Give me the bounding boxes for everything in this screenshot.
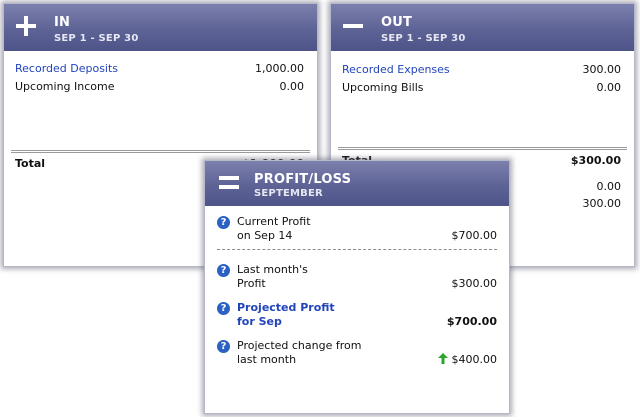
upcoming-bills-label: Upcoming Bills bbox=[342, 81, 424, 94]
profit-loss-subtitle: SEPTEMBER bbox=[254, 188, 323, 199]
projected-profit-item: ? Projected Profit for Sep $700.00 bbox=[217, 301, 497, 331]
in-card-header: IN SEP 1 - SEP 30 bbox=[4, 4, 317, 51]
last-month-profit-item: ? Last month's Profit $300.00 bbox=[217, 263, 497, 293]
out-card-title: OUT bbox=[381, 15, 413, 30]
in-total-label: Total bbox=[15, 157, 46, 170]
projected-change-label: Projected change from last month bbox=[237, 339, 362, 366]
out-total-separator bbox=[338, 147, 627, 150]
profit-loss-title: PROFIT/LOSS bbox=[254, 172, 352, 187]
plus-icon bbox=[16, 16, 36, 36]
last-month-profit-label: Last month's Profit bbox=[237, 263, 308, 290]
out-card-header: OUT SEP 1 - SEP 30 bbox=[331, 4, 634, 51]
profit-loss-card: PROFIT/LOSS SEPTEMBER ? Current Profit o… bbox=[204, 160, 510, 414]
out-extra-value-1: 0.00 bbox=[596, 180, 622, 193]
help-icon[interactable]: ? bbox=[217, 340, 230, 353]
recorded-deposits-value: 1,000.00 bbox=[255, 62, 304, 75]
upcoming-bills-value: 0.00 bbox=[596, 81, 622, 94]
recorded-expenses-value: 300.00 bbox=[582, 63, 622, 76]
out-extra-value-2: 300.00 bbox=[582, 197, 622, 210]
last-month-profit-value: $300.00 bbox=[451, 277, 498, 290]
out-total-value: $300.00 bbox=[570, 154, 621, 167]
equals-icon bbox=[219, 173, 239, 193]
projected-profit-value: $700.00 bbox=[446, 315, 497, 328]
recorded-deposits-link[interactable]: Recorded Deposits bbox=[15, 62, 118, 75]
in-card-period: SEP 1 - SEP 30 bbox=[54, 33, 139, 44]
help-icon[interactable]: ? bbox=[217, 216, 230, 229]
projected-change-value-wrap: $400.00 bbox=[437, 353, 498, 366]
projected-change-value: $400.00 bbox=[451, 353, 498, 366]
profit-loss-header: PROFIT/LOSS SEPTEMBER bbox=[205, 161, 509, 206]
trend-up-arrow-icon bbox=[437, 353, 448, 364]
current-profit-label: Current Profit on Sep 14 bbox=[237, 215, 311, 242]
out-card-period: SEP 1 - SEP 30 bbox=[381, 33, 466, 44]
dashed-divider bbox=[217, 249, 497, 250]
help-icon[interactable]: ? bbox=[217, 264, 230, 277]
current-profit-item: ? Current Profit on Sep 14 $700.00 bbox=[217, 215, 497, 245]
upcoming-income-value: 0.00 bbox=[279, 80, 305, 93]
in-card-title: IN bbox=[54, 15, 71, 30]
projected-change-item: ? Projected change from last month $400.… bbox=[217, 339, 497, 369]
help-icon[interactable]: ? bbox=[217, 302, 230, 315]
in-total-separator bbox=[11, 150, 310, 153]
projected-profit-link[interactable]: Projected Profit for Sep bbox=[237, 301, 335, 329]
upcoming-income-label: Upcoming Income bbox=[15, 80, 115, 93]
recorded-expenses-link[interactable]: Recorded Expenses bbox=[342, 63, 450, 76]
minus-icon bbox=[343, 16, 363, 36]
current-profit-value: $700.00 bbox=[451, 229, 498, 242]
